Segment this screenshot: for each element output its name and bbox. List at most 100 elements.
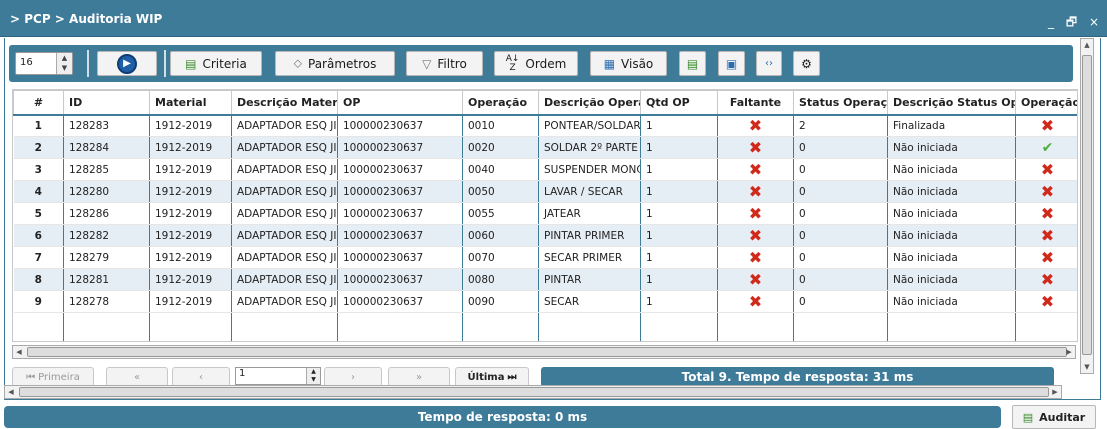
table-row[interactable]: 2 128284 1912-2019 ADAPTADOR ESQ JI 10000023…	[13, 136, 1077, 159]
criteria-button[interactable]: ▤ Criteria	[170, 51, 262, 76]
stepper-down-icon[interactable]: ▼	[57, 63, 72, 73]
export-excel-button[interactable]: ▤	[679, 51, 706, 76]
cell-operacao: 0010	[462, 114, 539, 137]
cell-index: 5	[13, 202, 64, 225]
cell-op: 100000230637	[337, 114, 463, 137]
last-page-label: Última	[467, 371, 505, 383]
prev-icon: ‹	[199, 371, 203, 383]
table-row[interactable]: 7 128279 1912-2019 ADAPTADOR ESQ JI 10000023…	[13, 246, 1077, 269]
table-row[interactable]: 5 128286 1912-2019 ADAPTADOR ESQ JI 10000023…	[13, 202, 1077, 225]
cell-qtd-op: 1	[640, 136, 718, 159]
error-x-icon: ✖	[1040, 203, 1055, 223]
table-row[interactable]: 6 128282 1912-2019 ADAPTADOR ESQ JI 10000023…	[13, 224, 1077, 247]
toolbar-divider	[87, 50, 89, 77]
expand-icon: ‹›	[765, 58, 773, 69]
last-page-button[interactable]: Última ⏭	[455, 367, 529, 387]
empty-cell	[793, 312, 888, 341]
visao-button[interactable]: ▦ Visão	[590, 51, 667, 76]
col-header-status-operacao[interactable]: Status Operaçã	[793, 90, 888, 116]
cell-descricao-operacao: JATEAR	[538, 202, 641, 225]
col-header-material[interactable]: Material	[149, 90, 232, 116]
next-fast-button[interactable]: »	[388, 367, 450, 387]
cell-index: 1	[13, 114, 64, 137]
cell-descricao-operacao: PINTAR	[538, 268, 641, 291]
vertical-scroll-thumb[interactable]	[1082, 55, 1092, 355]
col-header-qtd-op[interactable]: Qtd OP	[640, 90, 718, 116]
col-header-faltante[interactable]: Faltante	[717, 90, 794, 116]
col-header-operacao-ok[interactable]: Operação	[1015, 90, 1077, 116]
cell-id: 128286	[63, 202, 150, 225]
grid-horizontal-scrollbar[interactable]: ◀ ▶	[12, 345, 1076, 359]
stepper-arrows[interactable]: ▲ ▼	[56, 53, 72, 74]
vertical-scrollbar[interactable]: ▲ ▼	[1080, 38, 1094, 374]
cell-qtd-op: 1	[640, 114, 718, 137]
col-header-descricao-material[interactable]: Descrição Materia	[231, 90, 338, 116]
cell-descricao-material: ADAPTADOR ESQ JI	[231, 180, 338, 203]
col-header-op[interactable]: OP	[337, 90, 463, 116]
cell-id: 128281	[63, 268, 150, 291]
auditar-button[interactable]: ▤ Auditar	[1012, 405, 1096, 429]
play-icon: ▶	[117, 53, 137, 74]
error-x-icon: ✖	[748, 137, 763, 157]
cell-descricao-material: ADAPTADOR ESQ JI	[231, 202, 338, 225]
first-page-button[interactable]: ⏮ Primeira	[12, 367, 94, 387]
table-row[interactable]: 4 128280 1912-2019 ADAPTADOR ESQ JI 10000023…	[13, 180, 1077, 203]
scroll-right-icon[interactable]: ▶	[1063, 346, 1075, 358]
next-page-button[interactable]: ›	[324, 367, 382, 387]
minimize-icon[interactable]: _	[1048, 15, 1058, 29]
col-header-index[interactable]: #	[13, 90, 64, 116]
outer-horizontal-scrollbar[interactable]: ◀ ▶	[4, 385, 1062, 399]
save-button[interactable]: ▣	[718, 51, 745, 76]
prev-fast-button[interactable]: «	[106, 367, 168, 387]
ordem-button[interactable]: A↓ Z Ordem	[494, 51, 578, 76]
scroll-right-icon[interactable]: ▶	[1049, 386, 1061, 398]
empty-cell	[337, 312, 463, 341]
cell-material: 1912-2019	[149, 180, 232, 203]
table-row[interactable]: 9 128278 1912-2019 ADAPTADOR ESQ JI 10000023…	[13, 290, 1077, 313]
cell-descricao-material: ADAPTADOR ESQ JI	[231, 224, 338, 247]
cell-operacao: 0090	[462, 290, 539, 313]
stepper-up-icon[interactable]: ▲	[57, 53, 72, 63]
page-stepper-icon[interactable]: ▲ ▼	[306, 368, 320, 384]
rewind-icon: «	[133, 371, 141, 383]
scroll-down-icon[interactable]: ▼	[1081, 361, 1093, 373]
table-row[interactable]: 1 128283 1912-2019 ADAPTADOR ESQ JI 10000023…	[13, 114, 1077, 137]
cell-operacao-ok: ✔	[1015, 136, 1077, 159]
cell-id: 128280	[63, 180, 150, 203]
scroll-left-icon[interactable]: ◀	[13, 346, 25, 358]
table-row[interactable]: 3 128285 1912-2019 ADAPTADOR ESQ JI 10000023…	[13, 158, 1077, 181]
cell-descricao-material: ADAPTADOR ESQ JI	[231, 158, 338, 181]
restore-icon[interactable]: 🗗	[1066, 15, 1081, 29]
cell-id: 128285	[63, 158, 150, 181]
empty-cell	[231, 312, 338, 341]
scroll-up-icon[interactable]: ▲	[1081, 39, 1093, 51]
settings-button[interactable]: ⚙	[793, 51, 820, 76]
page-size-stepper[interactable]: 16 ▲ ▼	[15, 52, 73, 75]
outer-scroll-thumb[interactable]	[19, 387, 1049, 397]
filtro-button[interactable]: ▽ Filtro	[406, 51, 483, 76]
cell-descricao-status: Não iniciada	[887, 268, 1016, 291]
prev-page-button[interactable]: ‹	[172, 367, 230, 387]
error-x-icon: ✖	[1040, 291, 1055, 311]
page-number-input[interactable]: 1 ▲ ▼	[235, 367, 321, 385]
col-header-operacao[interactable]: Operação	[462, 90, 539, 116]
scroll-left-icon[interactable]: ◀	[5, 386, 17, 398]
empty-cell	[640, 312, 718, 341]
close-icon[interactable]: ×	[1089, 15, 1103, 29]
cell-id: 128278	[63, 290, 150, 313]
col-header-id[interactable]: ID	[63, 90, 150, 116]
run-button[interactable]: ▶	[97, 51, 157, 76]
table-row[interactable]: 8 128281 1912-2019 ADAPTADOR ESQ JI 10000023…	[13, 268, 1077, 291]
parametros-button[interactable]: ⬦ Parâmetros	[275, 51, 395, 76]
last-page-icon: ⏭	[507, 371, 517, 383]
cell-operacao-ok: ✖	[1015, 114, 1077, 137]
cell-operacao-ok: ✖	[1015, 180, 1077, 203]
col-header-descricao-status[interactable]: Descrição Status Oper	[887, 90, 1016, 116]
expand-button[interactable]: ‹›	[756, 51, 782, 76]
page-number-value: 1	[239, 368, 246, 379]
cell-faltante: ✖	[717, 202, 794, 225]
scroll-thumb[interactable]	[27, 347, 1067, 357]
cell-material: 1912-2019	[149, 268, 232, 291]
cell-material: 1912-2019	[149, 114, 232, 137]
col-header-descricao-operacao[interactable]: Descrição Operaç	[538, 90, 641, 116]
